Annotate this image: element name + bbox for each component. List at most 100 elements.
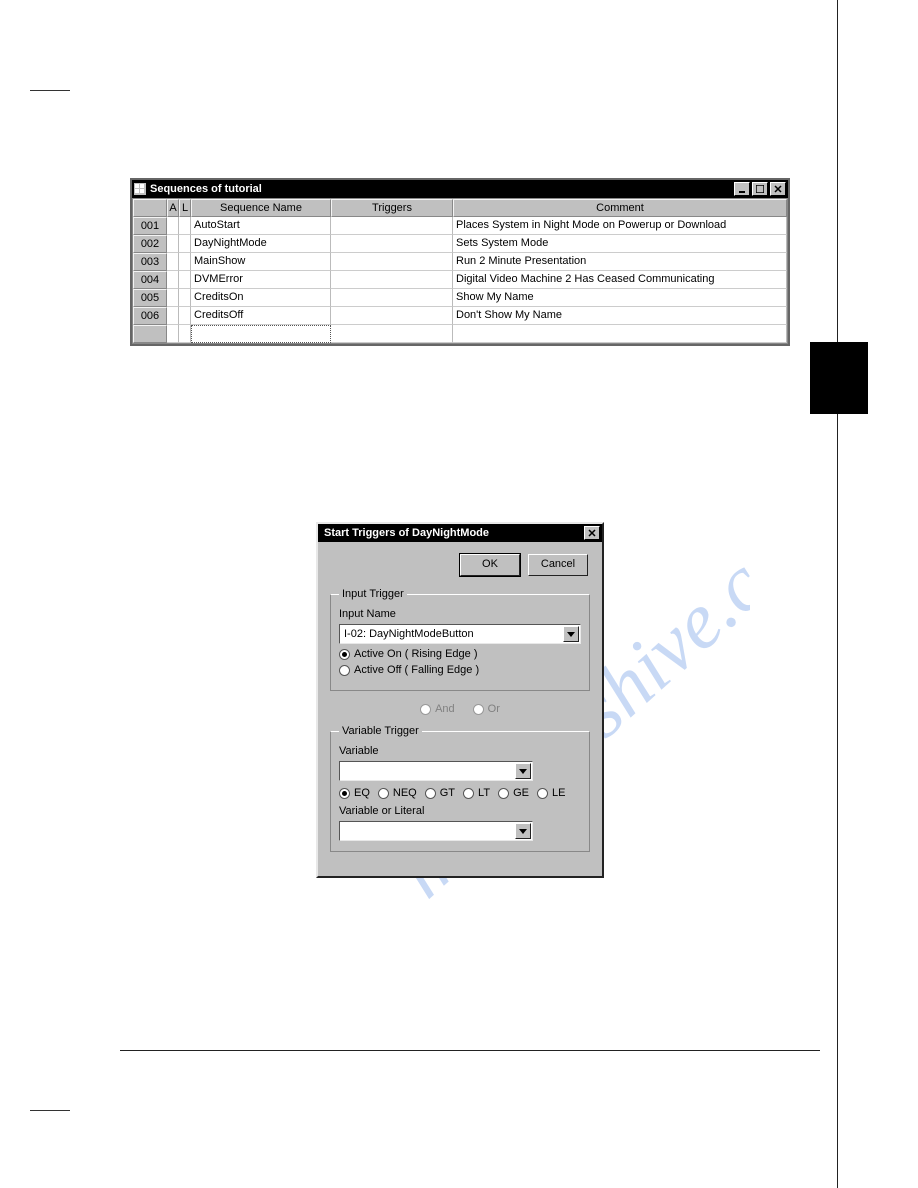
chevron-down-icon [519, 767, 527, 775]
radio-active-off[interactable] [339, 665, 350, 676]
row-name[interactable]: DVMError [191, 271, 331, 289]
row-l [179, 217, 191, 235]
radio-neq[interactable] [378, 788, 389, 799]
row-num: 001 [133, 217, 167, 235]
input-name-label: Input Name [339, 608, 581, 620]
col-header-comment[interactable]: Comment [453, 199, 787, 217]
sequences-window: Sequences of tutorial A L Sequence Name … [130, 178, 790, 346]
table-row[interactable]: 003 MainShow Run 2 Minute Presentation [133, 253, 787, 271]
table-row[interactable]: 006 CreditsOff Don't Show My Name [133, 307, 787, 325]
row-comment[interactable]: Digital Video Machine 2 Has Ceased Commu… [453, 271, 787, 289]
eq-label: EQ [354, 787, 370, 799]
row-name[interactable]: AutoStart [191, 217, 331, 235]
row-name[interactable]: CreditsOff [191, 307, 331, 325]
variable-combo[interactable] [339, 761, 533, 781]
radio-and [420, 704, 431, 715]
sequences-grid[interactable]: A L Sequence Name Triggers Comment 001 A… [132, 198, 788, 344]
row-l [179, 307, 191, 325]
row-l [179, 253, 191, 271]
row-a [167, 325, 179, 343]
radio-le[interactable] [537, 788, 548, 799]
col-header-l[interactable]: L [179, 199, 191, 217]
row-a [167, 235, 179, 253]
decor-line-top [30, 90, 70, 91]
close-button[interactable] [770, 182, 786, 196]
row-triggers[interactable] [331, 325, 453, 343]
table-row[interactable]: 005 CreditsOn Show My Name [133, 289, 787, 307]
radio-active-on[interactable] [339, 649, 350, 660]
dialog-titlebar[interactable]: Start Triggers of DayNightMode [318, 524, 602, 542]
radio-ge[interactable] [498, 788, 509, 799]
row-triggers[interactable] [331, 271, 453, 289]
sequences-titlebar[interactable]: Sequences of tutorial [132, 180, 788, 198]
row-triggers[interactable] [331, 217, 453, 235]
table-row[interactable]: 001 AutoStart Places System in Night Mod… [133, 217, 787, 235]
lt-label: LT [478, 787, 490, 799]
row-a [167, 253, 179, 271]
cancel-button[interactable]: Cancel [528, 554, 588, 576]
neq-label: NEQ [393, 787, 417, 799]
var-or-literal-combo[interactable] [339, 821, 533, 841]
var-or-literal-field[interactable] [340, 822, 514, 840]
row-comment[interactable] [453, 325, 787, 343]
variable-field[interactable] [340, 762, 514, 780]
dropdown-button[interactable] [515, 823, 531, 839]
and-label: And [435, 703, 455, 715]
row-a [167, 271, 179, 289]
col-header-num[interactable] [133, 199, 167, 217]
row-triggers[interactable] [331, 253, 453, 271]
row-name-editing[interactable] [191, 325, 331, 343]
row-name[interactable]: MainShow [191, 253, 331, 271]
row-comment[interactable]: Show My Name [453, 289, 787, 307]
active-off-radio-row[interactable]: Active Off ( Falling Edge ) [339, 664, 581, 676]
row-num: 005 [133, 289, 167, 307]
row-comment[interactable]: Run 2 Minute Presentation [453, 253, 787, 271]
row-num: 006 [133, 307, 167, 325]
ge-label: GE [513, 787, 529, 799]
row-l [179, 235, 191, 253]
page-margin-right [837, 0, 838, 1188]
row-name[interactable]: DayNightMode [191, 235, 331, 253]
input-trigger-legend: Input Trigger [339, 588, 407, 600]
col-header-name[interactable]: Sequence Name [191, 199, 331, 217]
decor-line-bottom [30, 1110, 70, 1111]
and-or-row: And Or [328, 699, 592, 719]
chevron-down-icon [567, 630, 575, 638]
row-triggers[interactable] [331, 289, 453, 307]
active-off-label: Active Off ( Falling Edge ) [354, 664, 479, 676]
active-on-radio-row[interactable]: Active On ( Rising Edge ) [339, 648, 581, 660]
grid-header-row: A L Sequence Name Triggers Comment [133, 199, 787, 217]
row-num: 002 [133, 235, 167, 253]
row-comment[interactable]: Don't Show My Name [453, 307, 787, 325]
table-row[interactable]: 004 DVMError Digital Video Machine 2 Has… [133, 271, 787, 289]
dropdown-button[interactable] [515, 763, 531, 779]
row-l [179, 289, 191, 307]
start-triggers-dialog: Start Triggers of DayNightMode OK Cancel… [316, 522, 604, 878]
input-name-field[interactable] [340, 625, 562, 643]
ok-button[interactable]: OK [460, 554, 520, 576]
minimize-button[interactable] [734, 182, 750, 196]
row-name[interactable]: CreditsOn [191, 289, 331, 307]
col-header-triggers[interactable]: Triggers [331, 199, 453, 217]
close-button[interactable] [584, 526, 600, 540]
row-comment[interactable]: Places System in Night Mode on Powerup o… [453, 217, 787, 235]
maximize-button[interactable] [752, 182, 768, 196]
radio-lt[interactable] [463, 788, 474, 799]
radio-eq[interactable] [339, 788, 350, 799]
variable-trigger-group: Variable Trigger Variable EQ NEQ GT LT G… [330, 725, 590, 852]
radio-gt[interactable] [425, 788, 436, 799]
gt-label: GT [440, 787, 455, 799]
row-num: 003 [133, 253, 167, 271]
row-triggers[interactable] [331, 307, 453, 325]
input-name-combo[interactable] [339, 624, 581, 644]
row-l [179, 325, 191, 343]
row-triggers[interactable] [331, 235, 453, 253]
page-tab-block [810, 342, 868, 414]
input-trigger-group: Input Trigger Input Name Active On ( Ris… [330, 588, 590, 691]
row-num: 004 [133, 271, 167, 289]
table-row[interactable]: 002 DayNightMode Sets System Mode [133, 235, 787, 253]
dropdown-button[interactable] [563, 626, 579, 642]
col-header-a[interactable]: A [167, 199, 179, 217]
table-row-new[interactable] [133, 325, 787, 343]
row-comment[interactable]: Sets System Mode [453, 235, 787, 253]
